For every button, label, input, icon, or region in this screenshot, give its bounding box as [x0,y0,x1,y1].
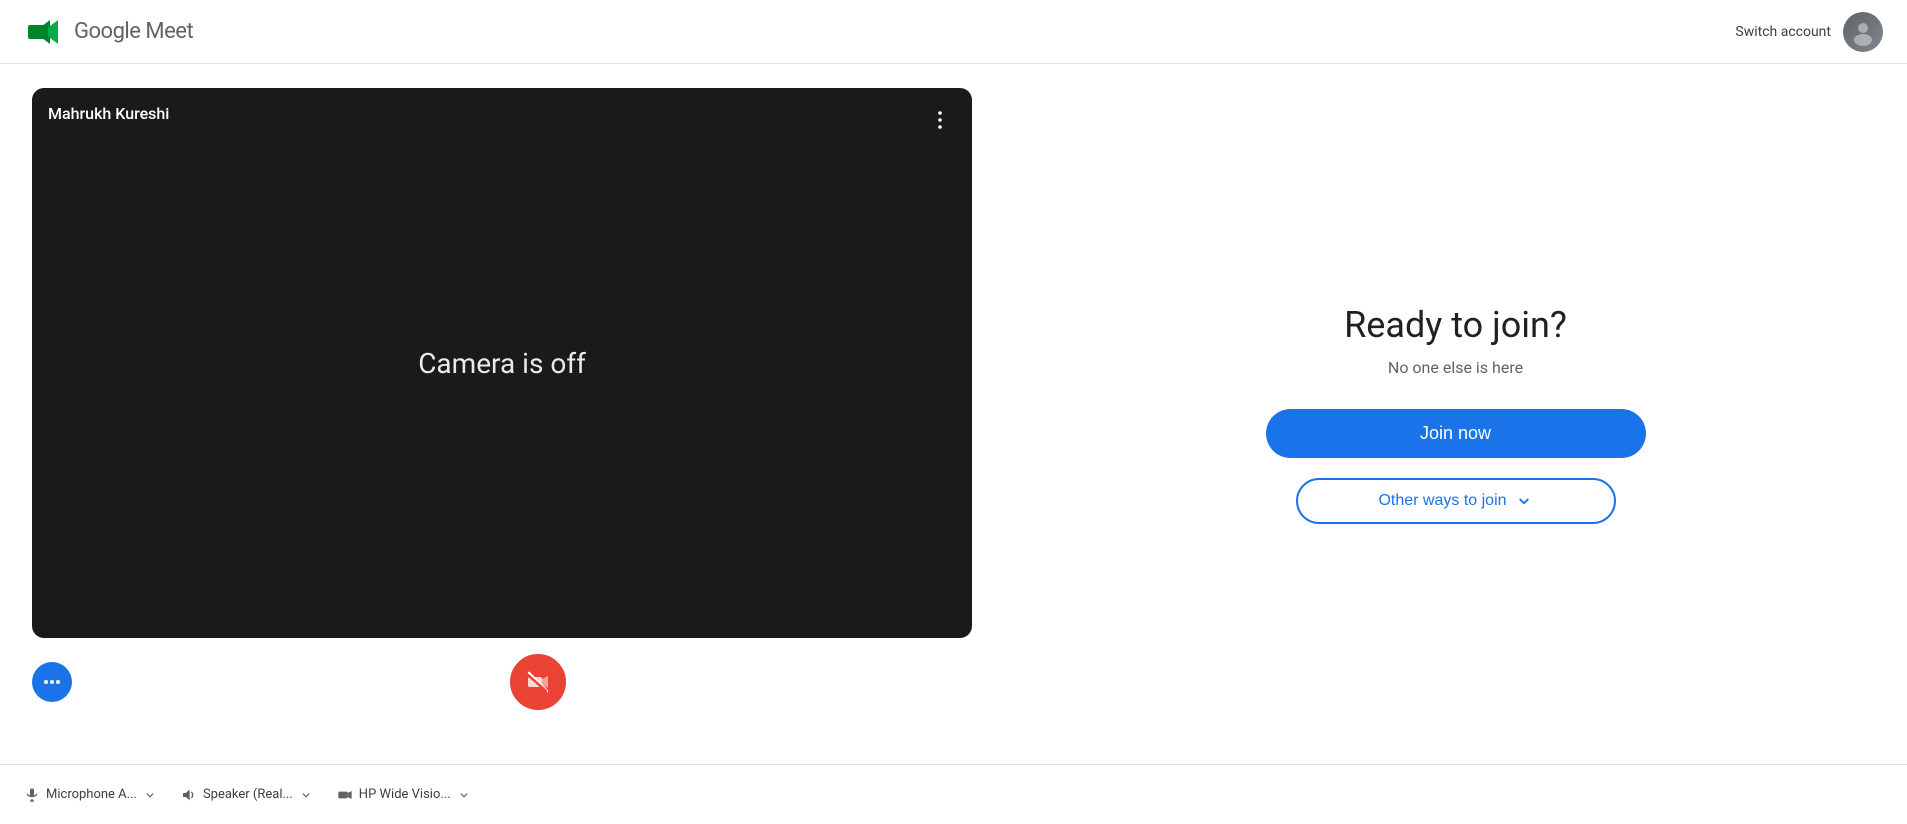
control-bar [32,638,972,726]
microphone-device-selector[interactable]: Microphone A... [24,787,157,803]
effects-icon [931,669,957,695]
avatar-icon [1849,18,1877,46]
microphone-chevron-icon [143,788,157,802]
video-preview: Mahrukh Kureshi Camera is off [32,88,972,638]
ready-title: Ready to join? [1344,304,1567,346]
microphone-small-icon [24,787,40,803]
user-avatar[interactable] [1843,12,1883,52]
microphone-button[interactable] [438,654,494,710]
google-meet-logo-icon [24,12,64,52]
speaker-chevron-icon [299,788,313,802]
camera-button[interactable] [510,654,566,710]
speaker-device-selector[interactable]: Speaker (Real... [181,787,313,803]
speaker-device-label: Speaker (Real... [203,787,293,802]
camera-off-icon [526,670,550,694]
more-options-left-button[interactable] [32,662,72,702]
right-panel: Ready to join? No one else is here Join … [1004,64,1907,764]
camera-device-selector[interactable]: HP Wide Visio... [337,787,471,803]
video-more-options-button[interactable] [920,100,960,140]
speaker-icon [181,787,197,803]
camera-device-label: HP Wide Visio... [359,787,451,802]
left-panel: Mahrukh Kureshi Camera is off [0,64,1004,764]
join-now-button[interactable]: Join now [1266,409,1646,458]
app-title: Google Meet [74,19,193,44]
no-one-text: No one else is here [1388,358,1523,377]
camera-off-label: Camera is off [418,347,586,380]
main-content: Mahrukh Kureshi Camera is off [0,64,1907,764]
more-horiz-icon [42,672,62,692]
chevron-down-icon [1515,492,1533,510]
camera-chevron-icon [457,788,471,802]
other-ways-button[interactable]: Other ways to join [1296,478,1616,524]
effects-button[interactable] [916,654,972,710]
app-header: Google Meet Switch account [0,0,1907,64]
switch-account-label[interactable]: Switch account [1735,24,1831,40]
more-vert-icon [928,108,952,132]
camera-small-icon [337,787,353,803]
microphone-icon [454,670,478,694]
participant-name: Mahrukh Kureshi [48,104,169,123]
main-controls [438,654,566,710]
bottom-bar: Microphone A... Speaker (Real... HP Wide… [0,764,1907,824]
other-ways-label: Other ways to join [1378,492,1506,510]
microphone-device-label: Microphone A... [46,787,137,802]
header-right: Switch account [1735,12,1883,52]
logo-area: Google Meet [24,12,193,52]
